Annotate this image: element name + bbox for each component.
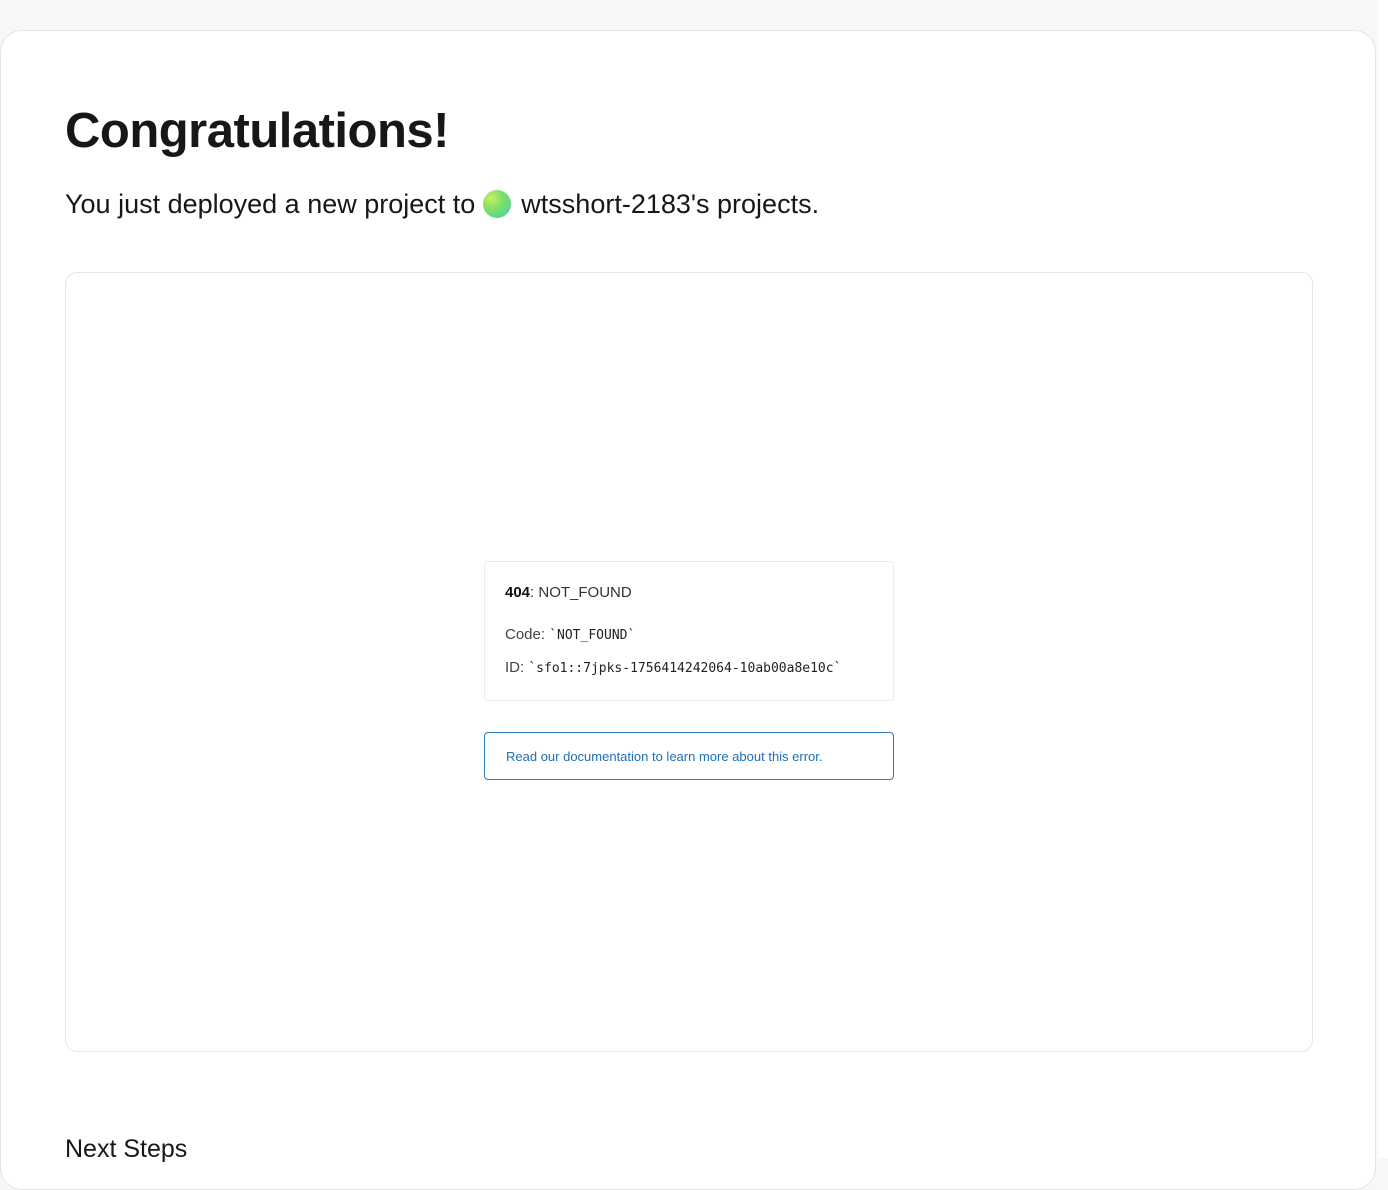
error-box: 404: NOT_FOUND Code: `NOT_FOUND` ID: `sf… [484,561,894,701]
team-name-link[interactable]: wtsshort-2183's projects. [521,187,819,221]
error-title: 404: NOT_FOUND [505,584,632,601]
id-value: `sfo1::7jpks-1756414242064-10ab00a8e10c` [528,661,842,676]
deployment-preview[interactable]: 404: NOT_FOUND Code: `NOT_FOUND` ID: `sf… [65,272,1313,1052]
error-code-number: 404 [505,584,531,601]
error-code-text: : NOT_FOUND [530,584,632,601]
page-title: Congratulations! [65,104,449,158]
deployment-success-card: Congratulations! You just deployed a new… [0,30,1376,1190]
subtitle-prefix: You just deployed a new project to [65,189,476,219]
deploy-subtitle: You just deployed a new project to wtssh… [65,187,819,221]
error-code-row: Code: `NOT_FOUND` [505,626,635,643]
team-avatar-icon [483,190,512,218]
next-steps-heading: Next Steps [65,1135,188,1163]
code-value: `NOT_FOUND` [549,628,636,643]
error-id-row: ID: `sfo1::7jpks-1756414242064-10ab00a8e… [505,659,841,676]
code-label: Code: [505,626,546,643]
scrollbar-track [1378,0,1388,1158]
id-label: ID: [505,659,525,676]
documentation-link[interactable]: Read our documentation to learn more abo… [484,732,894,780]
